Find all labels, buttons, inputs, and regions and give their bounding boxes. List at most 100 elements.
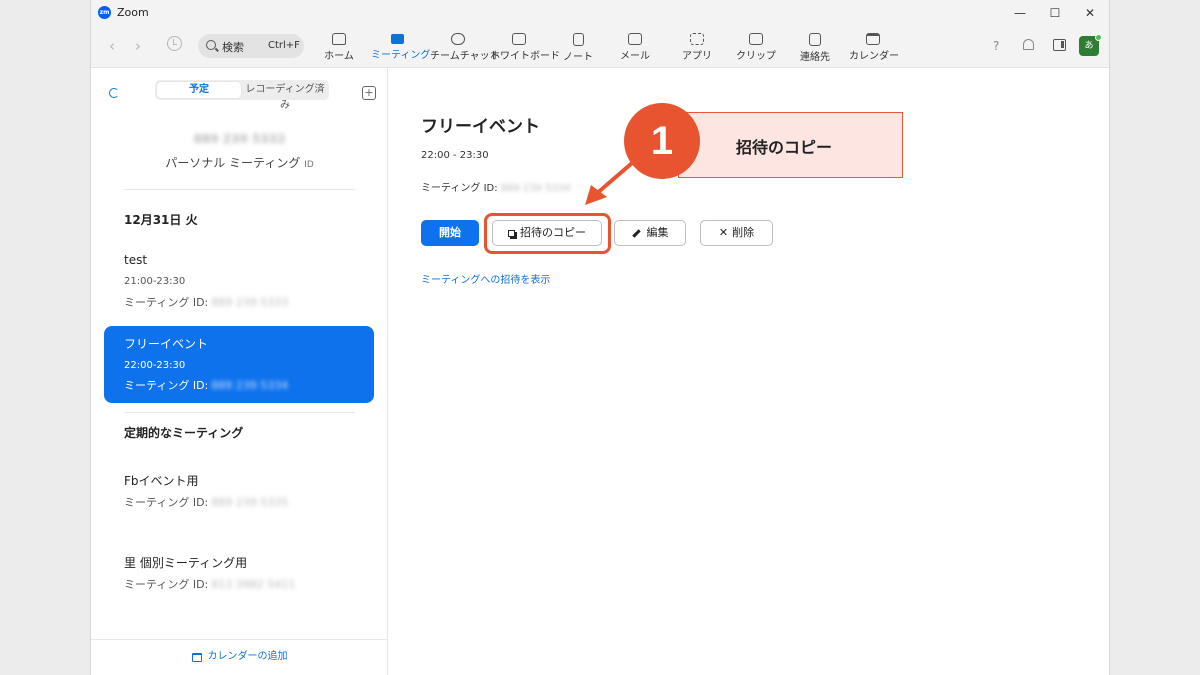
- meeting-id-value: 889 239 5335: [211, 496, 289, 509]
- meetings-tab-switch: 予定 レコーディング済み: [155, 80, 329, 111]
- chat-icon: [451, 33, 465, 45]
- meeting-title: test: [124, 253, 148, 267]
- start-button[interactable]: 開始: [421, 220, 479, 246]
- divider: [124, 189, 355, 190]
- personal-meeting-id: 889 239 5332: [193, 132, 286, 146]
- meeting-title: 里 個別ミーティング用: [124, 556, 248, 570]
- divider: [124, 412, 355, 413]
- nav-label: カレンダー: [849, 51, 899, 62]
- meeting-time: 22:00-23:30: [124, 360, 186, 371]
- meeting-id-label: ミーティング ID:: [124, 578, 209, 591]
- meeting-id-value: 889 239 5334: [211, 379, 289, 392]
- personal-meeting-text: パーソナル ミーティング: [165, 156, 301, 170]
- meeting-title: Fbイベント用: [124, 474, 199, 488]
- meeting-id-label: ミーティング ID:: [124, 379, 209, 392]
- pointer-arrow-icon: [585, 155, 641, 205]
- search-icon: [206, 40, 216, 50]
- meeting-time: 21:00-23:30: [124, 276, 186, 287]
- refresh-icon[interactable]: [109, 88, 119, 98]
- forward-icon[interactable]: ›: [135, 37, 141, 55]
- calendar-icon: [866, 33, 880, 45]
- contacts-icon: [809, 33, 821, 46]
- mail-icon: [628, 33, 642, 45]
- zoom-window: zm Zoom — ☐ ✕ ‹ › 検索 Ctrl+F ホーム ミーティング チ…: [90, 0, 1110, 675]
- pencil-icon: [631, 228, 641, 238]
- window-title: Zoom: [117, 6, 149, 19]
- tab-scheduled[interactable]: 予定: [157, 82, 241, 98]
- nav-notes[interactable]: ノート: [558, 30, 598, 66]
- clip-icon: [749, 33, 763, 45]
- nav-whiteboard[interactable]: ホワイトボード: [490, 30, 560, 66]
- note-icon: [572, 33, 584, 46]
- add-calendar-button[interactable]: カレンダーの追加: [91, 639, 388, 675]
- main-toolbar: ‹ › 検索 Ctrl+F ホーム ミーティング チームチャット ホワイトボード…: [91, 26, 1109, 68]
- nav-label: クリップ: [736, 51, 776, 62]
- show-invitation-link[interactable]: ミーティングへの招待を表示: [421, 271, 550, 286]
- close-icon: ✕: [718, 226, 729, 239]
- side-panel-icon[interactable]: [1053, 39, 1066, 51]
- nav-label: ホワイトボード: [490, 51, 560, 62]
- meetings-sidebar: 予定 レコーディング済み + 889 239 5332 パーソナル ミーティング…: [91, 68, 388, 675]
- search-button[interactable]: 検索 Ctrl+F: [198, 34, 304, 58]
- apps-icon: [690, 33, 704, 45]
- title-bar: zm Zoom — ☐ ✕: [91, 0, 1109, 26]
- presence-status-dot: [1095, 34, 1102, 41]
- nav-label: ミーティング: [371, 50, 431, 61]
- meeting-id: ミーティング ID: 889 239 5334: [124, 377, 288, 393]
- meeting-item-test[interactable]: test 21:00-23:30 ミーティング ID: 889 239 5333: [104, 244, 374, 314]
- meeting-detail-title: フリーイベント: [421, 117, 540, 137]
- meeting-id-label: ミーティング ID:: [124, 296, 209, 309]
- delete-button[interactable]: ✕ 削除: [700, 220, 773, 246]
- nav-label: 連絡先: [800, 52, 830, 63]
- nav-calendar[interactable]: カレンダー: [849, 30, 899, 66]
- history-icon[interactable]: [167, 36, 182, 51]
- meeting-detail-time: 22:00 - 23:30: [421, 150, 489, 161]
- nav-label: ノート: [563, 52, 593, 63]
- meeting-title: フリーイベント: [124, 337, 209, 351]
- nav-home[interactable]: ホーム: [319, 30, 359, 66]
- add-meeting-icon[interactable]: +: [362, 86, 376, 100]
- nav-contacts[interactable]: 連絡先: [795, 30, 835, 66]
- nav-apps[interactable]: アプリ: [679, 30, 715, 66]
- calendar-icon: [191, 652, 202, 662]
- zoom-logo-icon: zm: [98, 6, 111, 19]
- meeting-item-fb-event[interactable]: Fbイベント用 ミーティング ID: 889 239 5335: [104, 462, 374, 522]
- video-icon: [390, 34, 404, 44]
- search-label: 検索: [222, 41, 244, 54]
- whiteboard-icon: [512, 33, 526, 45]
- nav-team-chat[interactable]: チームチャット: [430, 30, 500, 66]
- personal-meeting-label[interactable]: パーソナル ミーティング ID: [91, 154, 388, 171]
- meeting-id: ミーティング ID: 889 239 5333: [124, 294, 288, 310]
- meeting-id-value: 813 3982 5411: [211, 578, 296, 591]
- nav-label: チームチャット: [430, 51, 500, 62]
- recurring-heading: 定期的なミーティング: [124, 426, 244, 440]
- edit-label: 編集: [646, 226, 669, 239]
- edit-button[interactable]: 編集: [614, 220, 686, 246]
- meeting-item-free-event[interactable]: フリーイベント 22:00-23:30 ミーティング ID: 889 239 53…: [104, 326, 374, 403]
- callout-text: 招待のコピー: [736, 138, 833, 157]
- meeting-id-label: ミーティング ID:: [124, 496, 209, 509]
- meeting-item-individual[interactable]: 里 個別ミーティング用 ミーティング ID: 813 3982 5411: [104, 544, 374, 604]
- nav-label: ホーム: [324, 51, 354, 62]
- close-icon[interactable]: ✕: [1079, 4, 1101, 22]
- meeting-id-value: 889 239 5334: [500, 183, 571, 194]
- add-calendar-label: カレンダーの追加: [207, 651, 288, 662]
- nav-mail[interactable]: メール: [617, 30, 653, 66]
- maximize-icon[interactable]: ☐: [1044, 4, 1066, 22]
- nav-meetings[interactable]: ミーティング: [371, 30, 431, 66]
- home-icon: [332, 33, 346, 45]
- delete-label: 削除: [732, 226, 755, 239]
- highlight-frame: [484, 213, 611, 254]
- meeting-id: ミーティング ID: 889 239 5335: [124, 494, 288, 510]
- minimize-icon[interactable]: —: [1009, 4, 1031, 22]
- bell-icon[interactable]: [1023, 39, 1034, 50]
- nav-clips[interactable]: クリップ: [736, 30, 776, 66]
- help-icon[interactable]: ?: [993, 39, 999, 53]
- meeting-id-label: ミーティング ID:: [421, 183, 498, 194]
- nav-label: メール: [620, 51, 650, 62]
- date-heading: 12月31日 火: [124, 213, 198, 227]
- tab-recorded[interactable]: レコーディング済み: [243, 82, 327, 111]
- meeting-id-value: 889 239 5333: [211, 296, 289, 309]
- back-icon[interactable]: ‹: [109, 37, 115, 55]
- personal-meeting-suffix: ID: [304, 160, 314, 170]
